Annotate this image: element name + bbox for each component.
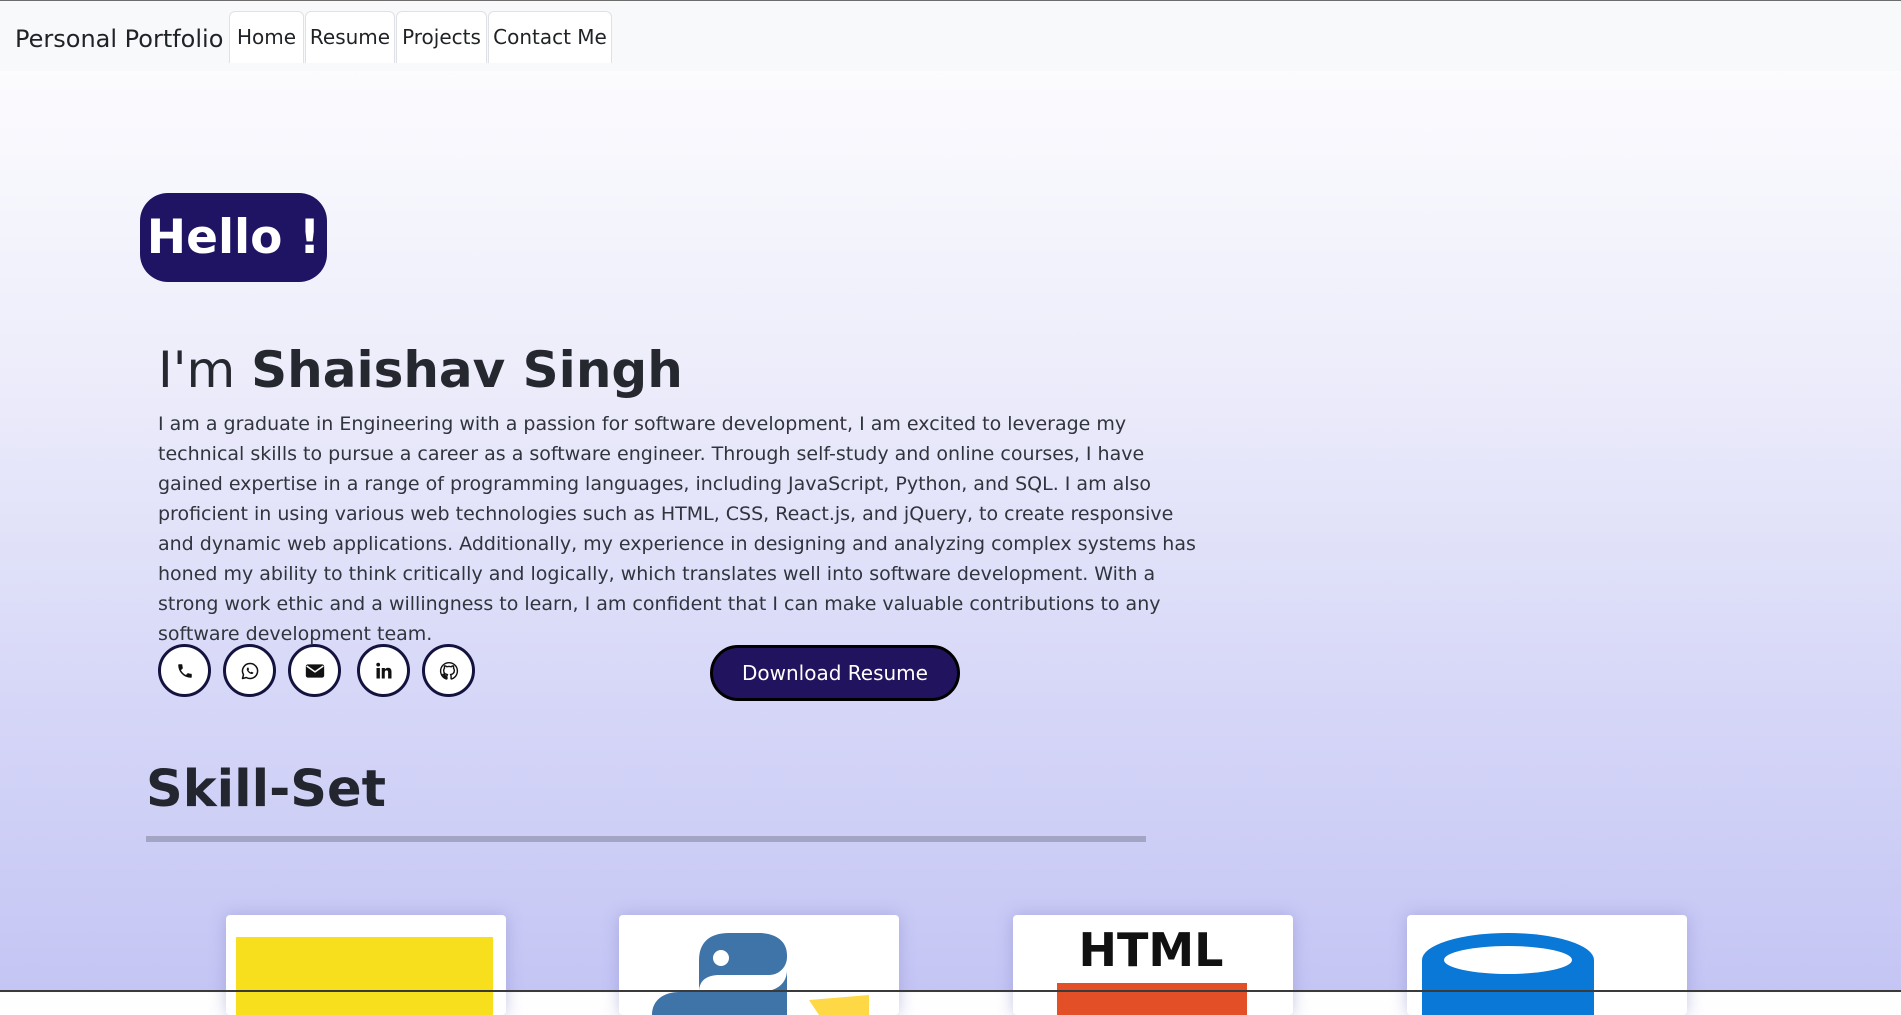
- skill-card-python[interactable]: [619, 915, 899, 1015]
- intro-prefix: I'm: [158, 341, 252, 399]
- navbar-brand[interactable]: Personal Portfolio: [15, 25, 223, 53]
- tab-home[interactable]: Home: [229, 11, 304, 63]
- html-logo-icon: HTML: [1057, 923, 1247, 1015]
- github-link[interactable]: [422, 644, 475, 697]
- skill-set-divider: [146, 836, 1146, 842]
- tab-projects[interactable]: Projects: [396, 11, 487, 63]
- intro-heading: I'm Shaishav Singh: [158, 335, 683, 405]
- github-icon: [439, 661, 458, 680]
- intro-name: Shaishav Singh: [251, 341, 683, 399]
- tab-resume[interactable]: Resume: [305, 11, 395, 63]
- skill-card-sql[interactable]: [1407, 915, 1687, 1015]
- skill-card-html[interactable]: HTML: [1013, 915, 1293, 1015]
- envelope-icon: [305, 663, 324, 678]
- phone-link[interactable]: [158, 644, 211, 697]
- whatsapp-link[interactable]: [223, 644, 276, 697]
- skill-card-javascript[interactable]: [226, 915, 506, 1015]
- skill-set-heading: Skill-Set: [146, 760, 386, 819]
- sql-database-icon: [1422, 933, 1594, 1015]
- html-logo-text: HTML: [1079, 923, 1224, 977]
- whatsapp-icon: [241, 662, 258, 679]
- linkedin-icon: [375, 662, 391, 678]
- javascript-logo-icon: [236, 937, 493, 1015]
- navbar: Personal Portfolio Home Resume Projects …: [0, 1, 1901, 71]
- download-resume-button[interactable]: Download Resume: [710, 645, 960, 701]
- bio-paragraph: I am a graduate in Engineering with a pa…: [158, 413, 1196, 645]
- hello-badge: Hello !: [140, 193, 327, 282]
- tab-contact-me[interactable]: Contact Me: [488, 11, 612, 63]
- phone-icon: [177, 663, 192, 678]
- python-logo-icon: [652, 933, 869, 1015]
- email-link[interactable]: [288, 644, 341, 697]
- linkedin-link[interactable]: [357, 644, 410, 697]
